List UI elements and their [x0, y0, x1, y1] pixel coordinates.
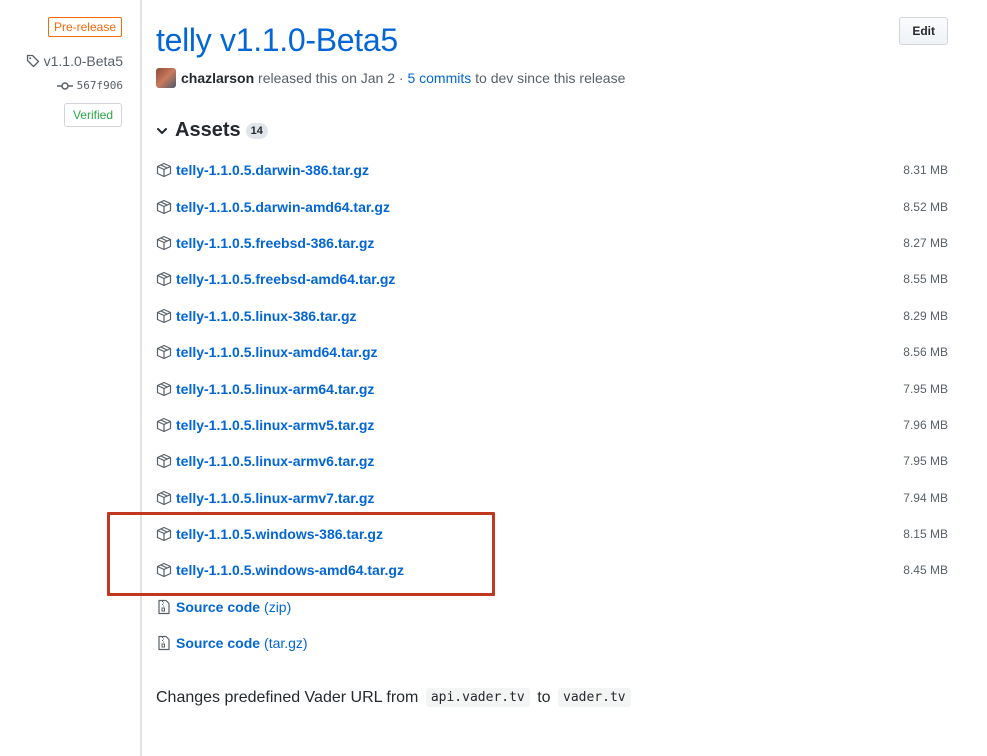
- notes-middle: to: [537, 688, 551, 706]
- edit-button[interactable]: Edit: [899, 17, 948, 45]
- asset-download-link[interactable]: telly-1.1.0.5.linux-armv5.tar.gz: [176, 417, 374, 433]
- assets-heading: Assets: [175, 119, 241, 141]
- chevron-down-icon: [157, 127, 167, 134]
- asset-download-link[interactable]: telly-1.1.0.5.windows-amd64.tar.gz: [176, 562, 404, 578]
- asset-download-link[interactable]: telly-1.1.0.5.linux-386.tar.gz: [176, 308, 357, 324]
- asset-size: 8.52 MB: [903, 199, 948, 214]
- asset-row: telly-1.1.0.5.linux-386.tar.gz 8.29 MB: [156, 298, 948, 334]
- tag-link[interactable]: v1.1.0-Beta5: [26, 53, 123, 69]
- commits-suffix: to dev since this release: [475, 70, 626, 86]
- package-icon: [156, 563, 172, 578]
- asset-download-link[interactable]: telly-1.1.0.5.windows-386.tar.gz: [176, 526, 383, 542]
- package-icon: [156, 272, 172, 287]
- asset-size: 8.55 MB: [903, 272, 948, 287]
- asset-row: telly-1.1.0.5.linux-armv5.tar.gz 7.96 MB: [156, 407, 948, 443]
- asset-download-link[interactable]: telly-1.1.0.5.freebsd-amd64.tar.gz: [176, 271, 395, 287]
- package-icon: [156, 199, 172, 214]
- git-commit-icon: [56, 81, 73, 90]
- asset-download-link[interactable]: telly-1.1.0.5.freebsd-386.tar.gz: [176, 235, 374, 251]
- asset-row: telly-1.1.0.5.linux-armv7.tar.gz 7.94 MB: [156, 480, 948, 516]
- package-icon: [156, 417, 172, 433]
- release-title[interactable]: telly v1.1.0-Beta5: [156, 22, 398, 59]
- commits-link[interactable]: 5 commits: [407, 70, 471, 86]
- asset-row: telly-1.1.0.5.windows-386.tar.gz 8.15 MB: [156, 516, 948, 552]
- notes-to-code: vader.tv: [558, 688, 631, 707]
- package-icon: [156, 308, 172, 323]
- asset-download-link[interactable]: telly-1.1.0.5.darwin-386.tar.gz: [176, 162, 369, 178]
- asset-size: 8.45 MB: [903, 563, 948, 578]
- release-title-link[interactable]: telly v1.1.0-Beta5: [156, 22, 398, 58]
- asset-size: 8.31 MB: [903, 163, 948, 178]
- asset-size: 7.94 MB: [903, 490, 948, 505]
- notes-prefix: Changes predefined Vader URL from: [156, 688, 419, 706]
- file-zip-icon: [158, 636, 170, 651]
- commit-link[interactable]: 567f906: [56, 79, 123, 92]
- verified-badge[interactable]: Verified: [63, 103, 122, 127]
- asset-size: 8.27 MB: [903, 235, 948, 250]
- package-icon: [156, 490, 172, 505]
- prerelease-badge: Pre-release: [47, 17, 122, 37]
- avatar[interactable]: [156, 68, 176, 88]
- source-code-targz-link[interactable]: Source code (tar.gz): [176, 635, 308, 651]
- released-date-text: released this on Jan 2: [258, 70, 396, 86]
- asset-size: 8.29 MB: [903, 308, 948, 323]
- tag-icon: [26, 54, 39, 68]
- asset-size: 8.56 MB: [903, 345, 948, 360]
- source-code-zip-link[interactable]: Source code (zip): [176, 599, 291, 615]
- package-icon: [156, 163, 172, 178]
- package-icon: [156, 454, 172, 469]
- commit-sha: 567f906: [76, 79, 123, 92]
- asset-row: telly-1.1.0.5.darwin-amd64.tar.gz 8.52 M…: [156, 188, 948, 224]
- asset-row: telly-1.1.0.5.freebsd-amd64.tar.gz 8.55 …: [156, 261, 948, 297]
- assets-count-badge: 14: [245, 122, 268, 139]
- package-icon: [156, 235, 172, 251]
- asset-row: telly-1.1.0.5.freebsd-386.tar.gz 8.27 MB: [156, 225, 948, 261]
- release-notes: Changes predefined Vader URL from api.va…: [156, 688, 634, 707]
- assets-toggle[interactable]: Assets 14: [156, 119, 268, 142]
- asset-row: telly-1.1.0.5.linux-armv6.tar.gz 7.95 MB: [156, 443, 948, 479]
- asset-list: telly-1.1.0.5.darwin-386.tar.gz 8.31 MB …: [156, 152, 948, 661]
- asset-size: 7.96 MB: [903, 417, 948, 432]
- file-zip-icon: [158, 599, 170, 614]
- asset-row: telly-1.1.0.5.windows-amd64.tar.gz 8.45 …: [156, 552, 948, 588]
- release-meta-sidebar: Pre-release v1.1.0-Beta5 567f906 Verifie…: [0, 0, 142, 756]
- source-code-row: Source code (zip): [156, 589, 948, 625]
- release-byline: chazlarson released this on Jan 2 · 5 co…: [156, 68, 625, 88]
- source-code-row: Source code (tar.gz): [156, 625, 948, 661]
- asset-download-link[interactable]: telly-1.1.0.5.linux-armv7.tar.gz: [176, 490, 374, 506]
- tag-name: v1.1.0-Beta5: [43, 53, 123, 69]
- notes-from-code: api.vader.tv: [425, 688, 530, 707]
- author-link[interactable]: chazlarson: [181, 70, 254, 86]
- asset-size: 8.15 MB: [903, 527, 948, 542]
- asset-size: 7.95 MB: [903, 381, 948, 396]
- asset-row: telly-1.1.0.5.linux-arm64.tar.gz 7.95 MB: [156, 370, 948, 406]
- package-icon: [156, 381, 172, 396]
- asset-download-link[interactable]: telly-1.1.0.5.darwin-amd64.tar.gz: [176, 199, 390, 215]
- asset-row: telly-1.1.0.5.linux-amd64.tar.gz 8.56 MB: [156, 334, 948, 370]
- asset-download-link[interactable]: telly-1.1.0.5.linux-amd64.tar.gz: [176, 344, 378, 360]
- release-main: telly v1.1.0-Beta5 Edit chazlarson relea…: [156, 0, 948, 756]
- asset-download-link[interactable]: telly-1.1.0.5.linux-armv6.tar.gz: [176, 453, 374, 469]
- asset-download-link[interactable]: telly-1.1.0.5.linux-arm64.tar.gz: [176, 381, 374, 397]
- package-icon: [156, 345, 172, 360]
- asset-size: 7.95 MB: [903, 454, 948, 469]
- package-icon: [156, 526, 172, 542]
- asset-row: telly-1.1.0.5.darwin-386.tar.gz 8.31 MB: [156, 152, 948, 188]
